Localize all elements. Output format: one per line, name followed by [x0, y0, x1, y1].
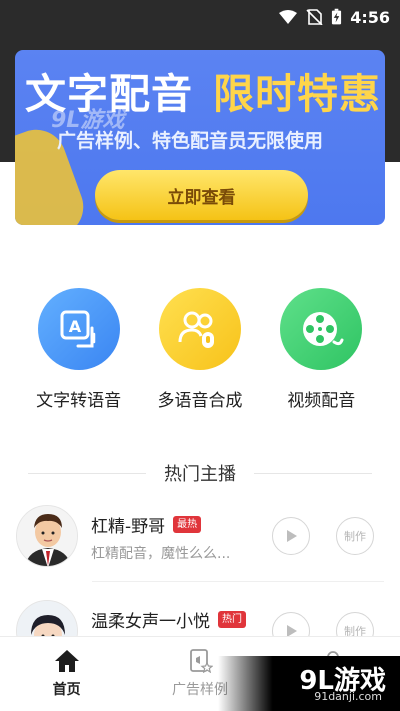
feature-video-dubbing[interactable]: 视频配音 [261, 288, 381, 411]
play-icon [287, 530, 297, 542]
svg-text:A: A [68, 317, 81, 336]
wifi-icon [279, 10, 298, 24]
section-header: 热门主播 [28, 460, 372, 486]
banner-title-yellow: 限时特惠 [213, 70, 381, 118]
ad-sample-icon [190, 649, 213, 673]
feature-multi-voice[interactable]: 多语音合成 [140, 288, 260, 411]
view-now-button[interactable]: 立即查看 [95, 170, 308, 220]
feature-shortcuts: A 文字转语音 多语音合成 视频配音 [0, 288, 400, 411]
hot-badge: 最热 [173, 516, 202, 533]
home-icon [54, 650, 79, 672]
feature-label: 多语音合成 [157, 391, 243, 411]
section-title: 热门主播 [164, 464, 236, 485]
divider [254, 472, 372, 474]
play-button[interactable] [272, 517, 310, 555]
avatar [16, 505, 78, 567]
text-to-speech-icon: A [37, 288, 120, 370]
feature-text-to-speech[interactable]: A 文字转语音 [19, 288, 139, 411]
nav-label: 首页 [52, 682, 81, 698]
multi-voice-icon [158, 288, 241, 370]
anchor-name: 温柔女声一小悦 [91, 612, 210, 632]
no-sim-icon [306, 9, 323, 25]
divider [92, 581, 384, 582]
anchor-description: 杠精配音，魔性么么... [91, 546, 231, 562]
feature-label: 文字转语音 [36, 391, 122, 411]
divider [28, 472, 146, 474]
nav-home[interactable]: 首页 [0, 637, 133, 711]
site-watermark: 9L游戏 91danji.com [218, 656, 400, 711]
anchor-name-row: 温柔女声一小悦 热门 [91, 607, 246, 632]
battery-charging-icon [332, 8, 342, 25]
status-bar: 4:56 [0, 0, 400, 34]
make-button[interactable]: 制作 [336, 517, 374, 555]
status-time: 4:56 [350, 7, 390, 27]
watermark-url: 91danji.com [314, 690, 382, 703]
promo-banner[interactable]: 文字配音 限时特惠 9L游戏 广告样例、特色配音员无限使用 立即查看 [15, 50, 385, 225]
list-item[interactable]: 杠精-野哥 最热 杠精配音，魔性么么... 制作 [16, 505, 386, 575]
banner-subtitle: 广告样例、特色配音员无限使用 [57, 130, 324, 152]
anchor-name-row: 杠精-野哥 最热 [91, 512, 202, 537]
anchor-name: 杠精-野哥 [91, 517, 166, 537]
video-reel-icon [280, 288, 363, 370]
feature-label: 视频配音 [287, 391, 356, 411]
hot-badge: 热门 [218, 611, 246, 628]
